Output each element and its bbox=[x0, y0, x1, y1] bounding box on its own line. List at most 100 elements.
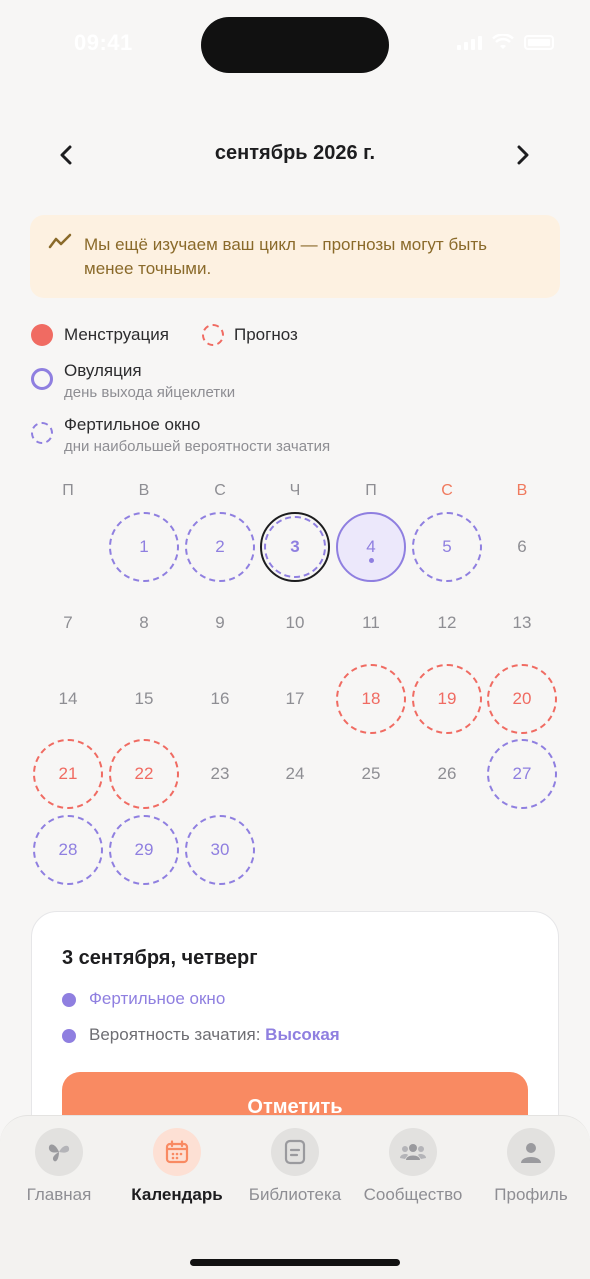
legend-fertile-sub: дни наибольшей вероятности зачатия bbox=[64, 438, 331, 455]
calendar-day[interactable]: 15 bbox=[109, 664, 179, 734]
weekday-label: П bbox=[62, 482, 74, 499]
calendar-day-number: 20 bbox=[512, 689, 532, 708]
weekday-label: П bbox=[365, 482, 377, 499]
next-month-button[interactable] bbox=[508, 140, 538, 170]
calendar-day[interactable]: 6 bbox=[487, 512, 557, 582]
calendar-day[interactable]: 12 bbox=[412, 588, 482, 658]
calendar-day-number: 19 bbox=[437, 689, 457, 708]
battery-icon bbox=[524, 34, 554, 50]
legend-ovulation-sub: день выхода яйцеклетки bbox=[64, 384, 236, 401]
calendar-day-number: 13 bbox=[512, 613, 532, 632]
calendar-day-number: 30 bbox=[210, 840, 230, 859]
calendar-day[interactable]: 20 bbox=[487, 664, 557, 734]
calendar-day[interactable]: 24 bbox=[260, 739, 330, 809]
calendar-day[interactable]: 28 bbox=[33, 815, 103, 885]
calendar-day-number: 12 bbox=[437, 613, 457, 632]
tab-community[interactable]: Сообщество bbox=[354, 1128, 472, 1205]
calendar-day-number: 23 bbox=[210, 764, 230, 783]
weekday-label: В bbox=[516, 482, 528, 499]
legend-menstruation: Менструация bbox=[64, 325, 169, 344]
dynamic-island bbox=[201, 17, 389, 73]
calendar-day-number: 22 bbox=[134, 764, 154, 783]
forecast-legend-icon bbox=[202, 324, 224, 346]
calendar-day-number: 27 bbox=[512, 764, 532, 783]
calendar-day[interactable]: 3 bbox=[260, 512, 330, 582]
calendar-day-number: 17 bbox=[285, 689, 305, 708]
calendar-day[interactable]: 19 bbox=[412, 664, 482, 734]
legend-ovulation: Овуляция bbox=[64, 361, 142, 380]
weekday-label: В bbox=[138, 482, 150, 499]
calendar-icon bbox=[153, 1128, 201, 1176]
signal-icon bbox=[457, 34, 482, 50]
calendar-day[interactable]: 9 bbox=[185, 588, 255, 658]
calendar-day-number: 16 bbox=[210, 689, 230, 708]
calendar-day-number: 10 bbox=[285, 613, 305, 632]
calendar-day-number: 9 bbox=[215, 613, 225, 632]
calendar-day-number: 14 bbox=[58, 689, 78, 708]
butterfly-icon bbox=[35, 1128, 83, 1176]
probability-label: Вероятность зачатия: bbox=[89, 1025, 261, 1044]
calendar-day[interactable]: 29 bbox=[109, 815, 179, 885]
calendar-day-number: 4 bbox=[366, 537, 376, 556]
weekday-label: С bbox=[441, 482, 453, 499]
fertile-legend-icon bbox=[31, 422, 53, 444]
calendar-day[interactable]: 27 bbox=[487, 739, 557, 809]
status-time: 09:41 bbox=[74, 30, 133, 55]
calendar-day[interactable]: 1 bbox=[109, 512, 179, 582]
ovulation-legend-icon bbox=[31, 368, 53, 390]
tab-calendar-label: Календарь bbox=[131, 1185, 223, 1204]
calendar-day-number: 3 bbox=[264, 516, 326, 578]
library-icon bbox=[271, 1128, 319, 1176]
probability-row: Вероятность зачатия: Высокая bbox=[89, 1025, 340, 1045]
calendar-day[interactable]: 10 bbox=[260, 588, 330, 658]
calendar-day-number: 24 bbox=[285, 764, 305, 783]
wifi-icon bbox=[492, 34, 514, 49]
month-title: сентябрь 2026 г. bbox=[214, 142, 376, 164]
legend-forecast: Прогноз bbox=[234, 325, 298, 344]
legend-fertile: Фертильное окно bbox=[64, 415, 201, 434]
tab-calendar[interactable]: Календарь bbox=[118, 1128, 236, 1205]
calendar-day-number: 29 bbox=[134, 840, 154, 859]
calendar-day[interactable]: 8 bbox=[109, 588, 179, 658]
calendar-day[interactable]: 23 bbox=[185, 739, 255, 809]
calendar-day[interactable]: 5 bbox=[412, 512, 482, 582]
status-icons bbox=[457, 34, 554, 50]
calendar-day-number: 7 bbox=[63, 613, 73, 632]
calendar-day[interactable]: 22 bbox=[109, 739, 179, 809]
community-icon bbox=[389, 1128, 437, 1176]
tab-profile[interactable]: Профиль bbox=[472, 1128, 590, 1205]
calendar-day-number: 11 bbox=[362, 613, 380, 632]
calendar-day[interactable]: 25 bbox=[336, 739, 406, 809]
calendar-day-number: 5 bbox=[442, 537, 452, 556]
calendar-day-number: 8 bbox=[139, 613, 149, 632]
chevron-right-icon bbox=[517, 145, 529, 165]
calendar-day[interactable]: 13 bbox=[487, 588, 557, 658]
notice-text: Мы ещё изучаем ваш цикл — прогнозы могут… bbox=[84, 235, 488, 278]
calendar-day-number: 28 bbox=[58, 840, 78, 859]
calendar-day[interactable]: 21 bbox=[33, 739, 103, 809]
calendar-day[interactable]: 30 bbox=[185, 815, 255, 885]
calendar-day[interactable]: 7 bbox=[33, 588, 103, 658]
calendar-day-number: 25 bbox=[361, 764, 381, 783]
tab-community-label: Сообщество bbox=[363, 1185, 463, 1204]
calendar-day[interactable]: 4 bbox=[336, 512, 406, 582]
calendar-day[interactable]: 11 bbox=[336, 588, 406, 658]
calendar-day[interactable]: 14 bbox=[33, 664, 103, 734]
probability-bullet-icon bbox=[62, 1029, 76, 1043]
selected-date-title: 3 сентября, четверг bbox=[62, 947, 258, 969]
calendar-day[interactable]: 18 bbox=[336, 664, 406, 734]
trend-icon bbox=[48, 233, 72, 249]
tab-home-label: Главная bbox=[26, 1185, 92, 1204]
fertile-window-label: Фертильное окно bbox=[89, 989, 226, 1008]
calendar-day[interactable]: 17 bbox=[260, 664, 330, 734]
tab-library-label: Библиотека bbox=[248, 1185, 342, 1204]
tab-library[interactable]: Библиотека bbox=[236, 1128, 354, 1205]
ovulation-dot-icon bbox=[368, 558, 374, 563]
calendar-day[interactable]: 26 bbox=[412, 739, 482, 809]
tab-profile-label: Профиль bbox=[494, 1185, 568, 1204]
menstruation-legend-icon bbox=[31, 324, 53, 346]
calendar-day[interactable]: 16 bbox=[185, 664, 255, 734]
tab-home[interactable]: Главная bbox=[0, 1128, 118, 1205]
calendar-day[interactable]: 2 bbox=[185, 512, 255, 582]
probability-value: Высокая bbox=[265, 1025, 340, 1044]
